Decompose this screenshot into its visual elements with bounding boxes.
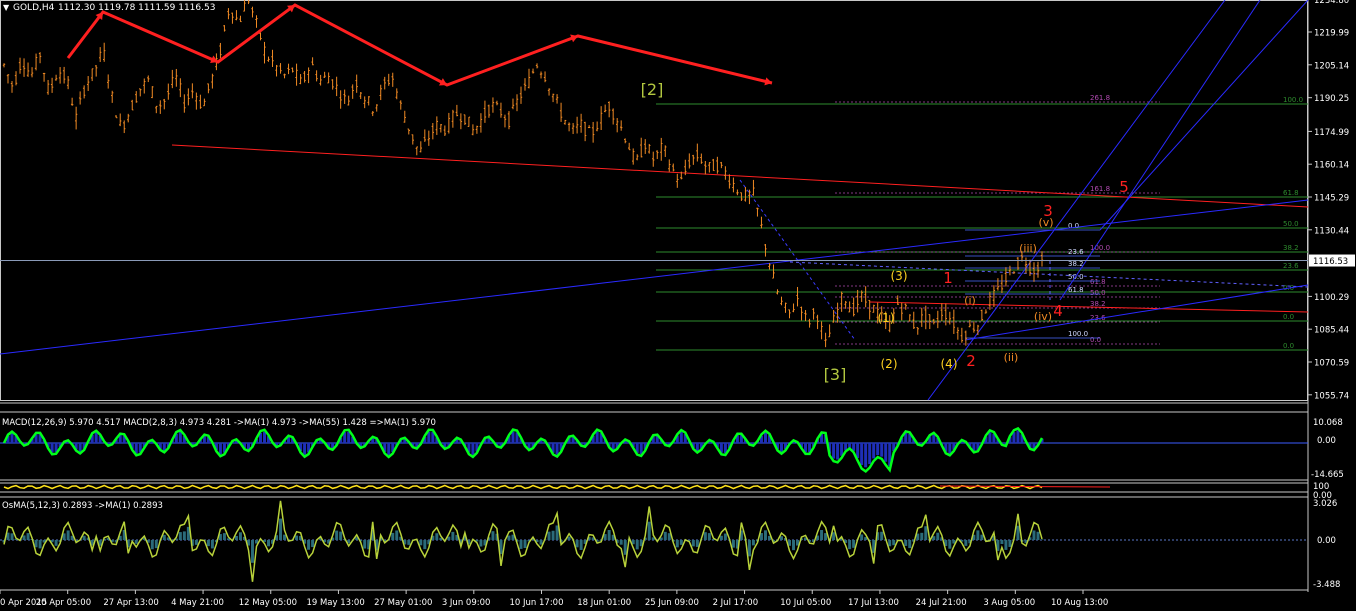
trend-arrows xyxy=(66,3,773,87)
time-tick-label: 12 May 05:00 xyxy=(239,598,297,608)
wave-label: [2] xyxy=(641,80,664,99)
osma-axis-bottom: -3.488 xyxy=(1313,580,1340,590)
osma-label: OsMA(5,12,3) 0.2893 ->MA(1) 0.2893 xyxy=(2,501,163,511)
wave-label: (1) xyxy=(878,311,895,325)
macd-axis-top: 10.068 xyxy=(1313,418,1343,428)
fib-inner-label: 61.8 xyxy=(1068,286,1084,294)
secondary-indicator-panel xyxy=(3,484,1111,490)
price-tick-label: 1085.44 xyxy=(1314,326,1349,336)
fib-level-right-label: 0.0 xyxy=(1283,342,1294,350)
current-price-label: 1116.53 xyxy=(1313,257,1348,267)
red-support-line xyxy=(171,144,1309,208)
wave-label: (iv) xyxy=(1034,310,1052,323)
macd-label: MACD(12,26,9) 5.970 4.517 MACD(2,8,3) 4.… xyxy=(2,418,436,428)
wave-label: [3] xyxy=(824,365,847,384)
blue-dashed-line xyxy=(789,261,1309,288)
wave-label: (4) xyxy=(941,357,958,371)
fib-inner-label: 100.0 xyxy=(1068,330,1088,338)
wave-label: 5 xyxy=(1119,178,1129,196)
fib-ext-label: 161.8 xyxy=(1090,185,1110,193)
wave-label: (i) xyxy=(964,294,976,307)
blue-lower-line xyxy=(964,284,1309,341)
price-tick-label: 1234.80 xyxy=(1314,0,1349,6)
wave-label: (ii) xyxy=(1004,351,1019,364)
fib-level-right-label: 61.8 xyxy=(1283,189,1299,197)
fib-inner-label: 0.0 xyxy=(1068,222,1079,230)
osma-axis-zero: 0.00 xyxy=(1317,536,1336,546)
time-axis: 0 Apr 201520 Apr 05:00 27 Apr 13:00 4 May … xyxy=(0,590,1108,608)
price-tick-label: 1100.29 xyxy=(1314,293,1349,303)
osma-line xyxy=(3,500,1043,582)
fib-level-right-label: 23.6 xyxy=(1283,262,1299,270)
time-tick-label: 24 Jul 21:00 xyxy=(916,598,967,608)
time-tick-label: 27 Apr 13:00 xyxy=(103,598,158,608)
trend-arrow-path xyxy=(66,3,773,87)
fib-ext-label: 50.0 xyxy=(1090,289,1106,297)
time-tick-label: 25 Jun 09:00 xyxy=(645,598,699,608)
fib-ext-label: 261.8 xyxy=(1090,94,1110,102)
price-tick-label: 1160.14 xyxy=(1314,161,1349,171)
time-tick-label: 17 Jul 13:00 xyxy=(848,598,899,608)
fib-inner-label: 23.6 xyxy=(1068,248,1084,256)
time-tick-label: 10 Aug 13:00 xyxy=(1051,598,1108,608)
wave-label: 4 xyxy=(1053,302,1063,320)
macd-panel xyxy=(0,426,1308,473)
fib-inner-label: 38.2 xyxy=(1068,260,1084,268)
wave-label: (v) xyxy=(1038,216,1053,229)
price-tick-label: 1130.44 xyxy=(1314,226,1349,236)
osma-panel xyxy=(0,500,1308,582)
time-tick-label: 3 Aug 05:00 xyxy=(983,598,1035,608)
blue-fan-line-c xyxy=(1099,0,1309,231)
price-tick-label: 1190.25 xyxy=(1314,94,1349,104)
price-tick-label: 1145.29 xyxy=(1314,194,1349,204)
price-tick-label: 1174.99 xyxy=(1314,128,1349,138)
time-tick-label: 20 Apr 05:00 xyxy=(36,598,91,608)
fib-ext-label: 0.0 xyxy=(1090,336,1101,344)
main-panel-frame xyxy=(0,0,1308,401)
fib-level-right-label: 50.0 xyxy=(1283,220,1299,228)
chart-symbol: GOLD,H4 xyxy=(13,3,55,13)
time-tick-label: 10 Jun 17:00 xyxy=(510,598,564,608)
price-tick-label: 1219.99 xyxy=(1314,29,1349,39)
wave-label: 2 xyxy=(966,352,976,370)
fib-ext-label: 61.8 xyxy=(1090,278,1106,286)
wave-label: (2) xyxy=(881,357,898,371)
wave-label: (3) xyxy=(891,269,908,283)
blue-fan-line-b xyxy=(1059,0,1261,301)
trend-lines xyxy=(0,0,1309,401)
time-tick-label: 3 Jun 09:00 xyxy=(442,598,491,608)
macd-axis-zero: 0.00 xyxy=(1317,436,1336,446)
time-tick-label: 27 May 01:00 xyxy=(374,598,432,608)
chart-menu-arrow[interactable]: ▼ xyxy=(3,3,10,12)
fib-level-right-label: 38.2 xyxy=(1283,244,1299,252)
time-tick-label: 10 Jul 05:00 xyxy=(780,598,831,608)
price-tick-label: 1055.74 xyxy=(1314,391,1349,401)
time-tick-label: 19 May 13:00 xyxy=(306,598,364,608)
secondary-indicator-line xyxy=(3,484,1043,490)
time-tick-label: 4 May 21:00 xyxy=(171,598,224,608)
red-lower-line xyxy=(869,301,1309,313)
wave-label: 1 xyxy=(943,269,953,287)
fib-level-right-label: 0.0 xyxy=(1283,313,1294,321)
fib-level-right-label: 100.0 xyxy=(1283,96,1303,104)
gold-h4-chart[interactable]: 100.061.850.038.223.60.00.00.0261.8161.8… xyxy=(0,0,1356,611)
macd-axis-bottom: -14.665 xyxy=(1311,470,1344,480)
chart-ohlc: 1112.30 1119.78 1111.59 1116.53 xyxy=(58,3,215,13)
wave-label: (iii) xyxy=(1019,242,1037,255)
osma-axis-top: 3.026 xyxy=(1313,499,1337,509)
price-tick-label: 1070.59 xyxy=(1314,359,1349,369)
time-tick-label: 18 Jun 01:00 xyxy=(577,598,631,608)
price-tick-label: 1205.14 xyxy=(1314,61,1349,71)
time-tick-label: 2 Jul 17:00 xyxy=(713,598,759,608)
candles xyxy=(2,0,1044,348)
